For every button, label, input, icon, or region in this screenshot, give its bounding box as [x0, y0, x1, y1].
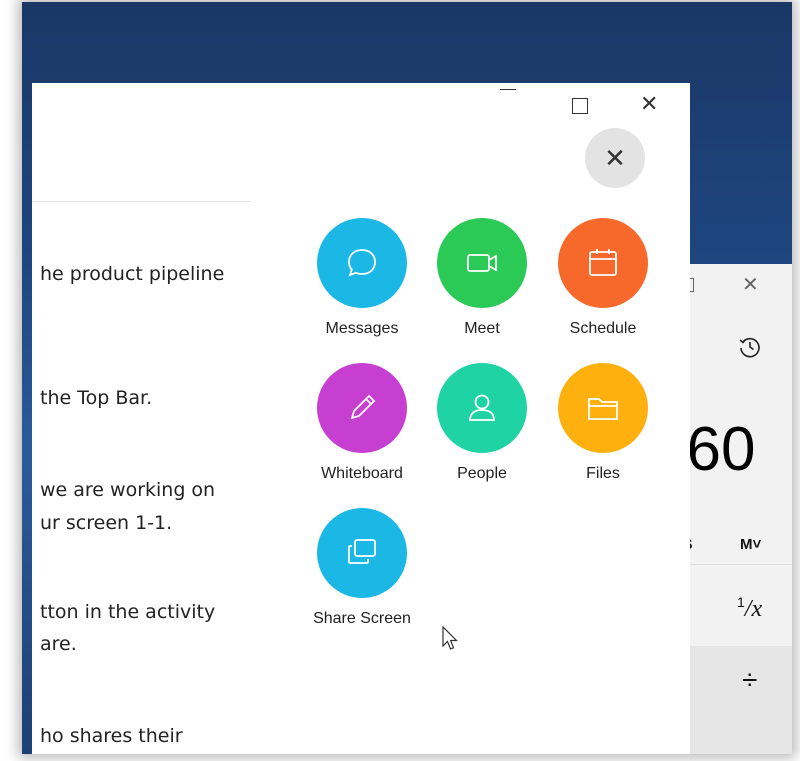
memory-dropdown-button[interactable]: M˅ — [740, 536, 761, 553]
history-icon[interactable] — [737, 334, 763, 366]
maximize-button[interactable] — [572, 98, 588, 114]
window-close-button[interactable]: ✕ — [640, 91, 658, 117]
share-screen-icon — [348, 539, 376, 564]
document-header-divider — [32, 201, 250, 202]
document-line: ur screen 1-1. — [40, 512, 173, 534]
minimize-button[interactable] — [500, 89, 516, 90]
reciprocal-button[interactable]: 1/x — [737, 594, 762, 623]
app-label: Schedule — [569, 320, 637, 337]
people-circle[interactable] — [437, 363, 527, 453]
mouse-cursor-icon — [442, 625, 458, 657]
meet-circle[interactable] — [437, 218, 527, 308]
app-files[interactable]: Files — [543, 363, 663, 483]
folder-icon — [588, 398, 618, 420]
document-line: are. — [40, 633, 77, 655]
app-label: Share Screen — [313, 610, 411, 627]
messages-circle[interactable] — [317, 218, 407, 308]
person-icon — [469, 394, 495, 421]
close-launcher-button[interactable]: ✕ — [585, 128, 645, 188]
share-screen-circle[interactable] — [317, 508, 407, 598]
app-messages[interactable]: Messages — [302, 218, 422, 338]
app-label: Whiteboard — [321, 465, 403, 482]
whiteboard-circle[interactable] — [317, 363, 407, 453]
app-label: Meet — [464, 320, 500, 337]
screenshot-frame: ✕ 260 MS M˅ 1/x ÷ he product pipeline th… — [22, 2, 792, 754]
document-line: tton in the activity — [40, 601, 216, 623]
schedule-circle[interactable] — [558, 218, 648, 308]
document-line: the Top Bar. — [40, 387, 153, 409]
close-icon: ✕ — [604, 142, 626, 173]
document-line: ho shares their — [40, 725, 183, 747]
app-people[interactable]: People — [422, 363, 542, 483]
files-circle[interactable] — [558, 363, 648, 453]
document-pane: he product pipeline the Top Bar. we are … — [32, 83, 251, 754]
app-label: People — [457, 465, 507, 482]
chat-bubble-icon — [348, 249, 376, 277]
calendar-icon — [589, 249, 617, 276]
reciprocal-denominator: /x — [744, 596, 763, 622]
app-label: Files — [586, 465, 620, 482]
video-camera-icon — [467, 254, 497, 272]
divide-button[interactable]: ÷ — [742, 664, 757, 696]
reciprocal-numerator: 1 — [737, 594, 745, 610]
document-line: we are working on — [40, 479, 216, 501]
app-schedule[interactable]: Schedule — [543, 218, 663, 338]
document-line: he product pipeline — [40, 263, 225, 285]
app-share-screen[interactable]: Share Screen — [302, 508, 422, 628]
app-meet[interactable]: Meet — [422, 218, 542, 338]
pencil-icon — [350, 394, 376, 420]
calculator-close-button[interactable]: ✕ — [742, 272, 759, 297]
app-launcher-panel: ✕ ✕ Messages Meet Schedule Whiteboard Pe… — [250, 83, 690, 754]
app-label: Messages — [325, 320, 399, 337]
app-whiteboard[interactable]: Whiteboard — [302, 363, 422, 483]
